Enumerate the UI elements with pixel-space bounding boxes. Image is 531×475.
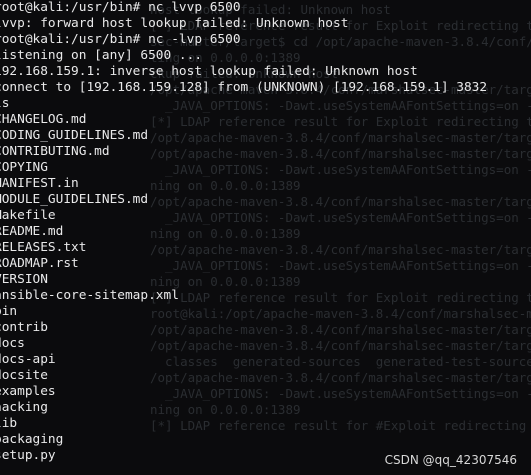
- terminal-line: CODING_GUIDELINES.md: [0, 128, 149, 143]
- terminal-line: hacking: [0, 400, 48, 415]
- terminal-line: MODULE_GUIDELINES.md: [0, 192, 149, 207]
- terminal-line: examples: [0, 384, 56, 399]
- terminal-line: docsite: [0, 368, 48, 383]
- terminal-line: COPYING: [0, 160, 48, 175]
- terminal-line: listening on [any] 6500 ...: [0, 48, 203, 63]
- terminal-line: connect to [192.168.159.128] from (UNKNO…: [0, 80, 488, 95]
- terminal-line: contrib: [0, 320, 48, 335]
- terminal-line: README.md: [0, 224, 64, 239]
- terminal-line: Makefile: [0, 208, 56, 223]
- terminal-line: docs: [0, 336, 25, 351]
- terminal-line: MANIFEST.in: [0, 176, 79, 191]
- terminal-line: root@kali:/usr/bin# nc -lvp 6500: [0, 32, 241, 47]
- terminal-line: ROADMAP.rst: [0, 256, 79, 271]
- terminal-line: CONTRIBUTING.md: [0, 144, 110, 159]
- terminal-output: root@kali:/usr/bin# nc lvvp 6500 lvvp: fo…: [0, 0, 531, 464]
- terminal-line: CHANGELOG.md: [0, 112, 87, 127]
- terminal-line: ansible-core-sitemap.xml: [0, 288, 179, 303]
- terminal-line: docs-api: [0, 352, 56, 367]
- terminal-line: root@kali:/usr/bin# nc lvvp 6500: [0, 0, 241, 15]
- terminal-window[interactable]: host lookup failed: Unknown host [*] LDAP…: [0, 0, 531, 475]
- terminal-line: 192.168.159.1: inverse host lookup faile…: [0, 64, 418, 79]
- terminal-line: lvvp: forward host lookup failed: Unknow…: [0, 16, 349, 31]
- terminal-line: VERSION: [0, 272, 48, 287]
- terminal-line: ls: [0, 96, 10, 111]
- terminal-line: packaging: [0, 432, 64, 447]
- terminal-line: bin: [0, 304, 18, 319]
- terminal-line: lib: [0, 416, 18, 431]
- watermark: CSDN @qq_42307546: [384, 453, 517, 467]
- terminal-line: RELEASES.txt: [0, 240, 87, 255]
